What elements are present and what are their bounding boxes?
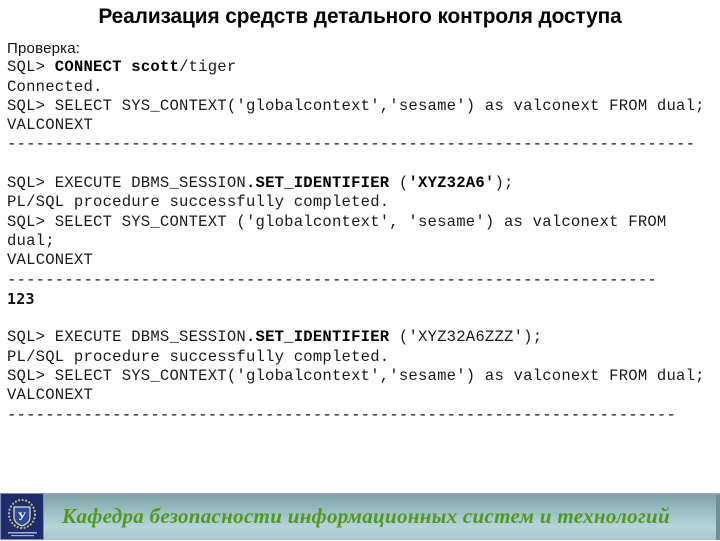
select-query-2: SQL> SELECT SYS_CONTEXT ('globalcontext'… [7,212,667,231]
procedure-completed-1: PL/SQL procedure successfully completed. [7,193,390,212]
set-identifier-command-1: SQL> EXECUTE DBMS_SESSION.SET_IDENTIFIER… [7,174,719,193]
set-identifier-keyword: .SET_IDENTIFIER [245,328,390,347]
column-header-2: VALCONEXT [7,251,94,270]
check-label: Проверка: [7,40,81,57]
connect-command: SQL> CONNECT scott/tiger [7,58,719,77]
select-query-2-cont: dual; [7,231,55,250]
procedure-completed-2: PL/SQL procedure successfully completed. [7,347,390,366]
paren-close: ); [494,174,514,193]
sql-session-transcript: Проверка: SQL> CONNECT scott/tiger Conne… [7,39,719,425]
select-query-3: SQL> SELECT SYS_CONTEXT('globalcontext',… [7,367,705,386]
identifier-value: 'XYZ32A6' [408,174,495,193]
column-header-3: VALCONEXT [7,386,94,405]
execute-prefix: SQL> EXECUTE DBMS_SESSION [7,328,246,347]
select-query-1: SQL> SELECT SYS_CONTEXT('globalcontext',… [7,96,705,115]
connect-password: /tiger [179,58,237,77]
footer: У Кафедра безопасности информационных си… [0,493,720,540]
department-name: Кафедра безопасности информационных сист… [62,504,670,528]
separator-1: ----------------------------------------… [7,135,696,154]
connected-message: Connected. [7,77,103,96]
set-identifier-command-2: SQL> EXECUTE DBMS_SESSION.SET_IDENTIFIER… [7,328,719,347]
slide-title: Реализация средств детального контроля д… [98,4,622,28]
paren-open: ( [389,174,409,193]
query-result-value: 123 [7,289,35,308]
execute-prefix: SQL> EXECUTE DBMS_SESSION [7,174,246,193]
set-identifier-keyword: .SET_IDENTIFIER [245,174,390,193]
identifier-argument: ('XYZ32A6ZZZ'); [389,328,543,347]
separator-3: ----------------------------------------… [7,405,677,424]
university-logo-icon: У [0,493,44,540]
connect-keyword: CONNECT scott [54,58,180,77]
logo-letter: У [18,509,27,523]
separator-2: ----------------------------------------… [7,270,657,289]
sql-prompt: SQL> [7,58,55,77]
column-header-1: VALCONEXT [7,116,94,135]
